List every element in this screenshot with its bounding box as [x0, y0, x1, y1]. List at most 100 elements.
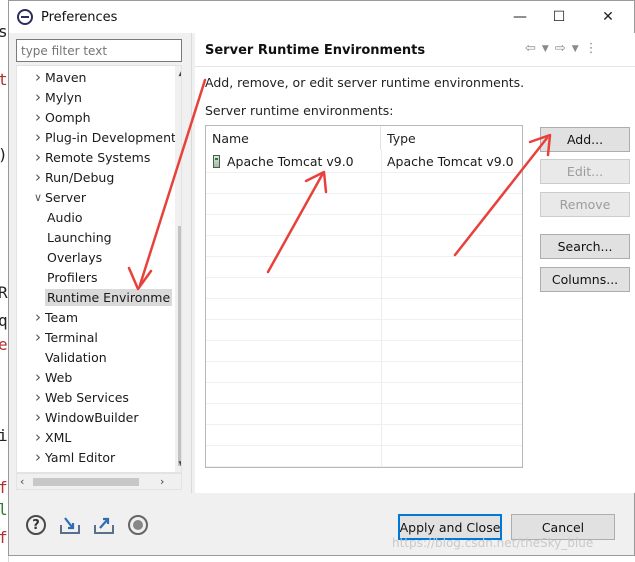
- tree-item-label: Runtime Environme: [45, 288, 173, 306]
- table-grid-line: [206, 277, 522, 278]
- chevron-right-icon[interactable]: ›: [31, 108, 45, 126]
- pane-splitter[interactable]: [191, 33, 192, 493]
- background-glyph: R: [0, 283, 8, 302]
- runtime-type: Apache Tomcat v9.0: [387, 154, 514, 169]
- page-description: Add, remove, or edit server runtime envi…: [205, 75, 525, 90]
- tree-item[interactable]: › Team: [31, 307, 78, 327]
- tree-item-label: WindowBuilder: [45, 409, 139, 425]
- add-button[interactable]: Add...: [540, 127, 630, 152]
- chevron-right-icon[interactable]: ›: [31, 308, 45, 326]
- tree-item-label: Mylyn: [45, 89, 82, 105]
- chevron-right-icon[interactable]: ›: [31, 448, 45, 466]
- tree-horizontal-scrollbar[interactable]: ‹ ›: [16, 473, 182, 490]
- watermark: https://blog.csdn.net/theSky_blue: [392, 536, 594, 550]
- tree-item[interactable]: › WindowBuilder: [31, 407, 139, 427]
- background-glyph: t: [0, 70, 8, 89]
- scroll-right-arrow-icon[interactable]: ›: [160, 475, 164, 488]
- scroll-up-arrow-icon[interactable]: ▲: [175, 68, 181, 78]
- tree-item-label: Plug-in Development: [45, 129, 176, 145]
- forward-menu-chevron-icon[interactable]: ▼: [572, 41, 579, 56]
- scroll-left-arrow-icon[interactable]: ‹: [20, 475, 24, 488]
- forward-arrow-icon[interactable]: ⇨: [555, 41, 566, 56]
- background-glyph: ): [0, 145, 8, 164]
- cell-name: Apache Tomcat v9.0: [206, 151, 381, 172]
- scroll-down-arrow-icon[interactable]: ▼: [175, 460, 181, 470]
- tree-vertical-scrollbar[interactable]: ▲ ▼: [175, 66, 181, 472]
- tree-item[interactable]: › Run/Debug: [31, 167, 114, 187]
- tree-item-label: Overlays: [47, 249, 103, 265]
- close-button[interactable]: ✕: [585, 1, 631, 33]
- tree-item[interactable]: Profilers: [47, 267, 98, 287]
- tree-item[interactable]: › XML: [31, 427, 71, 447]
- table-grid-line: [206, 319, 522, 320]
- tree-item[interactable]: Overlays: [47, 247, 102, 267]
- import-icon: [60, 517, 80, 534]
- chevron-right-icon[interactable]: ›: [31, 68, 45, 86]
- table-grid-line: [206, 235, 522, 236]
- runtime-list-label: Server runtime environments:: [205, 103, 394, 118]
- table-grid-line: [206, 193, 522, 194]
- chevron-right-icon[interactable]: ›: [31, 408, 45, 426]
- tree-item-label: Terminal: [45, 329, 98, 345]
- table-grid-line: [206, 424, 522, 425]
- table-grid-line: [206, 382, 522, 383]
- horizontal-scroll-thumb[interactable]: [33, 478, 139, 486]
- column-header-name[interactable]: Name: [206, 126, 381, 150]
- record-icon-button[interactable]: [127, 514, 149, 536]
- chevron-right-icon[interactable]: ›: [31, 328, 45, 346]
- column-header-type[interactable]: Type: [381, 126, 522, 150]
- tree-item[interactable]: › Plug-in Development: [31, 127, 176, 147]
- tree-item[interactable]: Runtime Environme: [45, 287, 173, 307]
- tree-item[interactable]: Audio: [47, 207, 83, 227]
- tree-item[interactable]: › Yaml Editor: [31, 447, 115, 467]
- record-icon: [128, 515, 148, 535]
- export-icon-button[interactable]: [93, 514, 115, 536]
- chevron-right-icon[interactable]: ›: [31, 88, 45, 106]
- table-header: Name Type: [206, 126, 522, 150]
- tree-item[interactable]: Launching: [47, 227, 112, 247]
- maximize-button[interactable]: ☐: [536, 1, 582, 33]
- tree-item[interactable]: Validation: [31, 347, 107, 367]
- background-glyph: i: [0, 426, 8, 445]
- tree-item[interactable]: › Web: [31, 367, 72, 387]
- import-icon-button[interactable]: [59, 514, 81, 536]
- chevron-down-icon[interactable]: ∨: [31, 191, 45, 204]
- back-menu-chevron-icon[interactable]: ▼: [542, 41, 549, 56]
- chevron-right-icon[interactable]: ›: [31, 428, 45, 446]
- tree-item[interactable]: › Oomph: [31, 107, 91, 127]
- remove-button[interactable]: Remove: [540, 192, 630, 217]
- tree-item[interactable]: › Web Services: [31, 387, 129, 407]
- help-icon-button[interactable]: ?: [25, 514, 47, 536]
- chevron-right-icon[interactable]: ›: [31, 128, 45, 146]
- search-button[interactable]: Search...: [540, 234, 630, 259]
- tree-item[interactable]: › Terminal: [31, 327, 98, 347]
- background-glyph: q: [0, 311, 8, 330]
- table-grid-line: [206, 445, 522, 446]
- background-glyph: s: [0, 22, 8, 41]
- tree-item-label: Team: [45, 309, 79, 325]
- table-grid-line: [206, 361, 522, 362]
- chevron-right-icon[interactable]: ›: [31, 168, 45, 186]
- table-row[interactable]: Apache Tomcat v9.0 Apache Tomcat v9.0: [206, 151, 522, 172]
- columns-button[interactable]: Columns...: [540, 267, 630, 292]
- table-grid-line: [206, 256, 522, 257]
- filter-input[interactable]: [16, 39, 182, 62]
- tree-item-label: Server: [45, 189, 86, 205]
- tree-item[interactable]: › Remote Systems: [31, 147, 150, 167]
- tree-item[interactable]: ∨ Server: [31, 187, 86, 207]
- chevron-right-icon[interactable]: ›: [31, 368, 45, 386]
- tree-item[interactable]: › Mylyn: [31, 87, 82, 107]
- tree-item[interactable]: › Maven: [31, 67, 86, 87]
- chevron-right-icon[interactable]: ›: [31, 388, 45, 406]
- view-menu-icon[interactable]: ⋮: [585, 41, 598, 56]
- edit-button[interactable]: Edit...: [540, 159, 630, 184]
- back-arrow-icon[interactable]: ⇦: [525, 41, 536, 56]
- column-divider: [381, 150, 382, 467]
- background-glyph: e: [0, 335, 8, 354]
- vertical-scroll-thumb[interactable]: [178, 226, 181, 466]
- chevron-right-icon[interactable]: ›: [31, 148, 45, 166]
- runtime-table: Name Type Apache Tomcat v9.0 Apache Tomc…: [205, 125, 523, 468]
- tree-item-label: Yaml Editor: [45, 449, 116, 465]
- bottom-toolbar: ?: [25, 514, 149, 536]
- table-grid-line: [206, 340, 522, 341]
